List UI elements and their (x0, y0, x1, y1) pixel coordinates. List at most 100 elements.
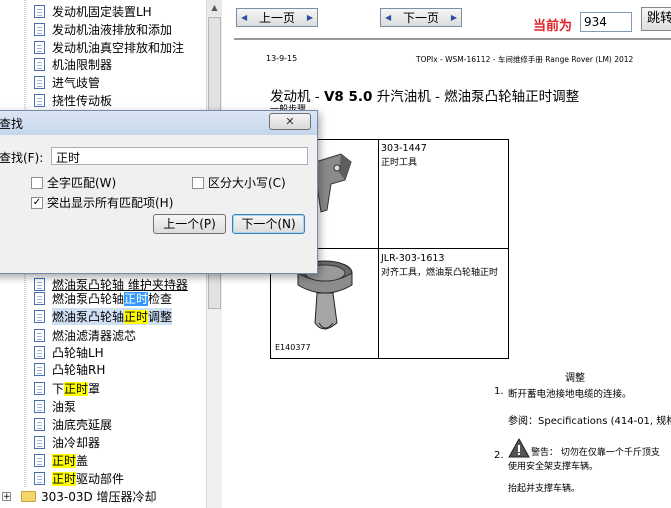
search-match-highlight: 正时 (52, 454, 77, 468)
find-dialog: 查找 ✕ 查找(F): 正时 全字匹配(W) 区分大小写(C) ✓ 突出显示所有… (0, 110, 318, 274)
step2-action: 抬起并支撑车辆。 (508, 484, 581, 494)
whole-word-label: 全字匹配(W) (47, 176, 117, 190)
warning-icon (508, 438, 530, 458)
document-icon (34, 363, 45, 376)
document-icon (34, 94, 45, 107)
arrow-right-icon: ▶ (450, 13, 457, 22)
figure-ref: E140377 (275, 343, 311, 352)
section-heading: 调整 (565, 373, 585, 384)
next-page-button[interactable]: ◀ 下一页 ▶ (380, 8, 462, 27)
tree-item-label: 发动机油液排放和添加 (52, 23, 173, 37)
tree-item-label: 燃油泵凸轮轴正时调整 (52, 308, 173, 325)
document-icon (34, 76, 45, 89)
tree-item[interactable]: 燃油泵凸轮轴正时检查 (34, 290, 172, 307)
tree-item-label: 发动机固定装置LH (52, 5, 152, 19)
tree-item[interactable]: 正时盖 (34, 452, 88, 469)
find-previous-button[interactable]: 上一个(P) (153, 214, 226, 234)
step1-text: 断开蓄电池接地电缆的连接。 (508, 389, 632, 400)
whole-word-option[interactable]: 全字匹配(W) (31, 174, 116, 191)
tree-item[interactable]: 发动机油液排放和添加 (34, 21, 172, 38)
tree-item-label-post: 盖 (76, 454, 89, 468)
step2-warning: 警告： 切勿在仅靠一个千斤顶支 (531, 448, 660, 458)
tree-item[interactable]: 机油限制器 (34, 56, 112, 73)
document-icon (34, 58, 45, 71)
reference-link[interactable]: Specifications (414-01, 规格 (538, 416, 671, 427)
tree-item[interactable]: 凸轮轴RH (34, 361, 105, 378)
step2-number: 2. (494, 450, 504, 461)
tree-item[interactable]: 油底壳延展 (34, 416, 112, 433)
tree-item-label-pre: 燃油泵凸轮轴 (52, 292, 125, 306)
tree-item[interactable]: 发动机油真空排放和加注 (34, 39, 184, 56)
match-case-checkbox[interactable] (192, 176, 204, 189)
tree-item[interactable]: 燃油泵凸轮轴正时调整 (34, 308, 173, 325)
tree-item-label: 燃油滤清器滤芯 (52, 329, 137, 343)
document-icon (34, 329, 45, 342)
tree-folder-303-03d[interactable]: + 303-03D 增压器冷却 (2, 487, 157, 505)
find-input[interactable]: 正时 (51, 147, 308, 165)
highlight-all-label: 突出显示所有匹配项(H) (47, 196, 174, 210)
close-icon: ✕ (285, 115, 295, 128)
tree-item-label: 油冷却器 (52, 436, 101, 450)
jump-button[interactable]: 跳转 (641, 7, 671, 31)
find-dialog-titlebar[interactable]: 查找 ✕ (0, 111, 317, 135)
prev-page-button[interactable]: ◀ 上一页 ▶ (236, 8, 318, 27)
tree-item-label: 发动机油真空排放和加注 (52, 41, 185, 55)
tree-item-label-post: 调整 (148, 310, 173, 324)
whole-word-checkbox[interactable] (31, 176, 43, 189)
tool1-desc: 正时工具 (381, 158, 418, 168)
tree-item-label: 进气歧管 (52, 76, 101, 90)
highlight-all-checkbox[interactable]: ✓ (31, 196, 43, 209)
reference-label: 参阅： (508, 416, 538, 427)
search-match-highlight: 正时 (52, 472, 77, 486)
tool1-code: 303-1447 (381, 143, 427, 154)
tree-item[interactable]: 油冷却器 (34, 434, 100, 451)
find-next-button[interactable]: 下一个(N) (232, 214, 305, 234)
tree-item[interactable]: 进气歧管 (34, 74, 100, 91)
tree-item-label: 凸轮轴LH (52, 346, 104, 360)
arrow-right-icon: ▶ (306, 13, 313, 22)
document-icon (34, 472, 45, 485)
document-icon (34, 41, 45, 54)
next-page-label: 下一页 (402, 11, 439, 25)
doc-title-post: 升汽油机 - 燃油泵凸轮轴正时调整 (372, 89, 580, 105)
document-icon (34, 454, 45, 467)
search-match-highlight: 正时 (124, 310, 149, 324)
tree-item[interactable]: 燃油滤清器滤芯 (34, 327, 136, 344)
tree-item[interactable]: 正时驱动部件 (34, 470, 124, 487)
tree-item[interactable]: 发动机固定装置LH (34, 3, 152, 20)
tree-item-label-pre: 下 (52, 382, 65, 396)
prev-page-label: 上一页 (258, 11, 295, 25)
match-case-option[interactable]: 区分大小写(C) (192, 174, 286, 191)
tree-item-label-post: 罩 (88, 382, 101, 396)
document-icon (34, 436, 45, 449)
doc-header-date: 13-9-15 (266, 54, 298, 63)
highlight-all-option[interactable]: ✓ 突出显示所有匹配项(H) (31, 194, 173, 211)
document-icon (34, 5, 45, 18)
scroll-up-arrow-icon[interactable]: ▲ (207, 0, 222, 16)
tree-item[interactable]: 挠性传动板 (34, 92, 112, 109)
match-case-label: 区分大小写(C) (208, 176, 286, 190)
expand-icon[interactable]: + (2, 491, 11, 501)
tree-item-label-post: 检查 (148, 292, 173, 306)
tree-item-label: 正时盖 (52, 452, 88, 469)
document-icon (34, 382, 45, 395)
arrow-left-icon: ◀ (385, 13, 392, 22)
close-button[interactable]: ✕ (269, 113, 311, 130)
tool2-desc: 对齐工具，燃油泵凸轮轴正时 (381, 268, 499, 278)
doc-title-bold: V8 5.0 (323, 89, 373, 105)
document-icon (34, 292, 45, 305)
tree-item[interactable]: 下正时罩 (34, 380, 100, 397)
tree-item-label: 机油限制器 (52, 58, 113, 72)
tree-item[interactable]: 油泵 (34, 398, 76, 415)
reference-line: 参阅：Specifications (414-01, 规格 (508, 412, 671, 427)
doc-header-title: TOPIx - WSM-16112 - 车间维修手册 Range Rover (… (416, 55, 634, 64)
tree-item[interactable]: 凸轮轴LH (34, 344, 104, 361)
tree-item-label: 正时驱动部件 (52, 470, 124, 487)
document-icon (34, 23, 45, 36)
page-number-input[interactable] (580, 12, 632, 32)
step2-warning-cont: 使用安全架支撑车辆。 (508, 462, 599, 472)
tool2-code: JLR-303-1613 (381, 253, 445, 264)
arrow-left-icon: ◀ (241, 13, 248, 22)
search-match-highlight: 正时 (64, 382, 89, 396)
tree-item-label: 凸轮轴RH (52, 363, 106, 377)
